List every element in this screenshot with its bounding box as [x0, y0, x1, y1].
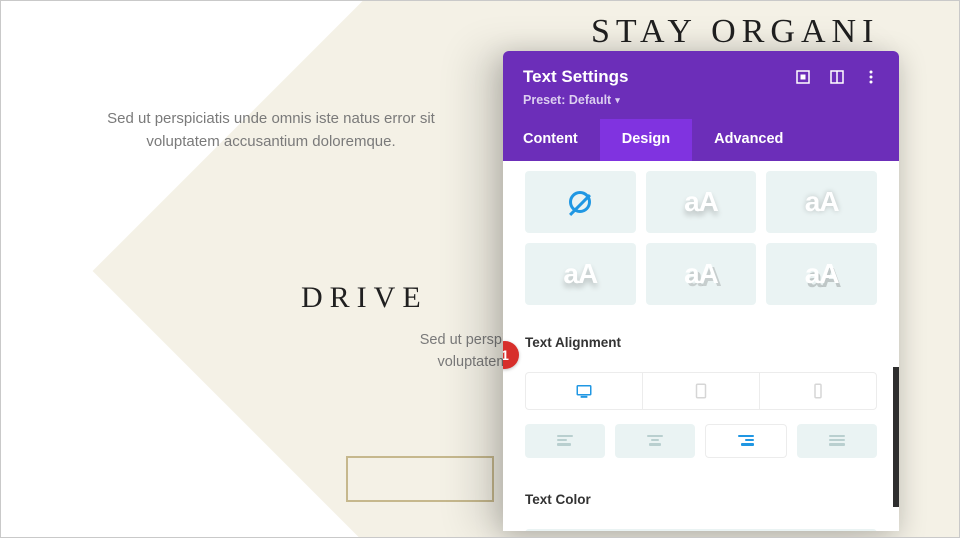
align-justify-icon: [829, 435, 845, 447]
style-glyph: aA: [563, 258, 597, 290]
style-glyph: aA: [805, 258, 839, 290]
panel-header: Text Settings Preset: Default ▾: [503, 51, 899, 119]
device-desktop[interactable]: [526, 373, 642, 409]
panel-body: aA aA aA aA aA Text Alignment: [503, 161, 899, 531]
align-right[interactable]: [705, 424, 787, 458]
preset-label: Preset: Default: [523, 93, 611, 107]
label-text-alignment: Text Alignment: [525, 335, 877, 350]
align-right-icon: [738, 435, 754, 447]
none-icon: [569, 191, 591, 213]
scrollbar-thumb[interactable]: [893, 367, 899, 507]
tab-design[interactable]: Design: [600, 119, 692, 161]
style-glyph: aA: [684, 186, 718, 218]
caret-down-icon: ▾: [615, 95, 620, 106]
bg-heading-top: STAY ORGANI: [591, 13, 879, 51]
shadow-style-6[interactable]: aA: [766, 243, 877, 305]
align-justify[interactable]: [797, 424, 877, 458]
device-phone[interactable]: [759, 373, 876, 409]
text-shadow-grid: aA aA aA aA aA: [503, 161, 899, 315]
shadow-style-4[interactable]: aA: [525, 243, 636, 305]
tab-advanced[interactable]: Advanced: [692, 119, 805, 161]
style-glyph: aA: [805, 186, 839, 218]
bg-heading-mid: DRIVE: [301, 281, 428, 315]
device-tabs: [525, 372, 877, 410]
shadow-style-5[interactable]: aA: [646, 243, 757, 305]
shadow-style-none[interactable]: [525, 171, 636, 233]
layout-icon[interactable]: [829, 69, 845, 85]
more-icon[interactable]: [863, 69, 879, 85]
section-text-color: Text Color: [503, 472, 899, 525]
bg-cta-button[interactable]: [346, 456, 494, 502]
tab-content[interactable]: Content: [503, 119, 600, 161]
panel-tabs: Content Design Advanced: [503, 119, 899, 161]
align-left[interactable]: [525, 424, 605, 458]
shadow-style-3[interactable]: aA: [766, 171, 877, 233]
preset-selector[interactable]: Preset: Default ▾: [523, 93, 620, 107]
alignment-options: [503, 424, 899, 472]
panel-title: Text Settings: [523, 67, 795, 87]
label-text-color: Text Color: [525, 492, 877, 507]
fullscreen-icon[interactable]: [795, 69, 811, 85]
text-color-select[interactable]: Dark ▴▾: [525, 529, 877, 531]
align-center-icon: [647, 435, 663, 447]
text-settings-panel: 1 Text Settings Preset: Default: [503, 51, 899, 531]
align-center[interactable]: [615, 424, 695, 458]
device-tablet[interactable]: [642, 373, 759, 409]
shadow-style-2[interactable]: aA: [646, 171, 757, 233]
style-glyph: aA: [684, 258, 718, 290]
bg-paragraph-top: Sed ut perspiciatis unde omnis iste natu…: [71, 107, 471, 154]
section-text-alignment: Text Alignment: [503, 315, 899, 368]
align-left-icon: [557, 435, 573, 447]
